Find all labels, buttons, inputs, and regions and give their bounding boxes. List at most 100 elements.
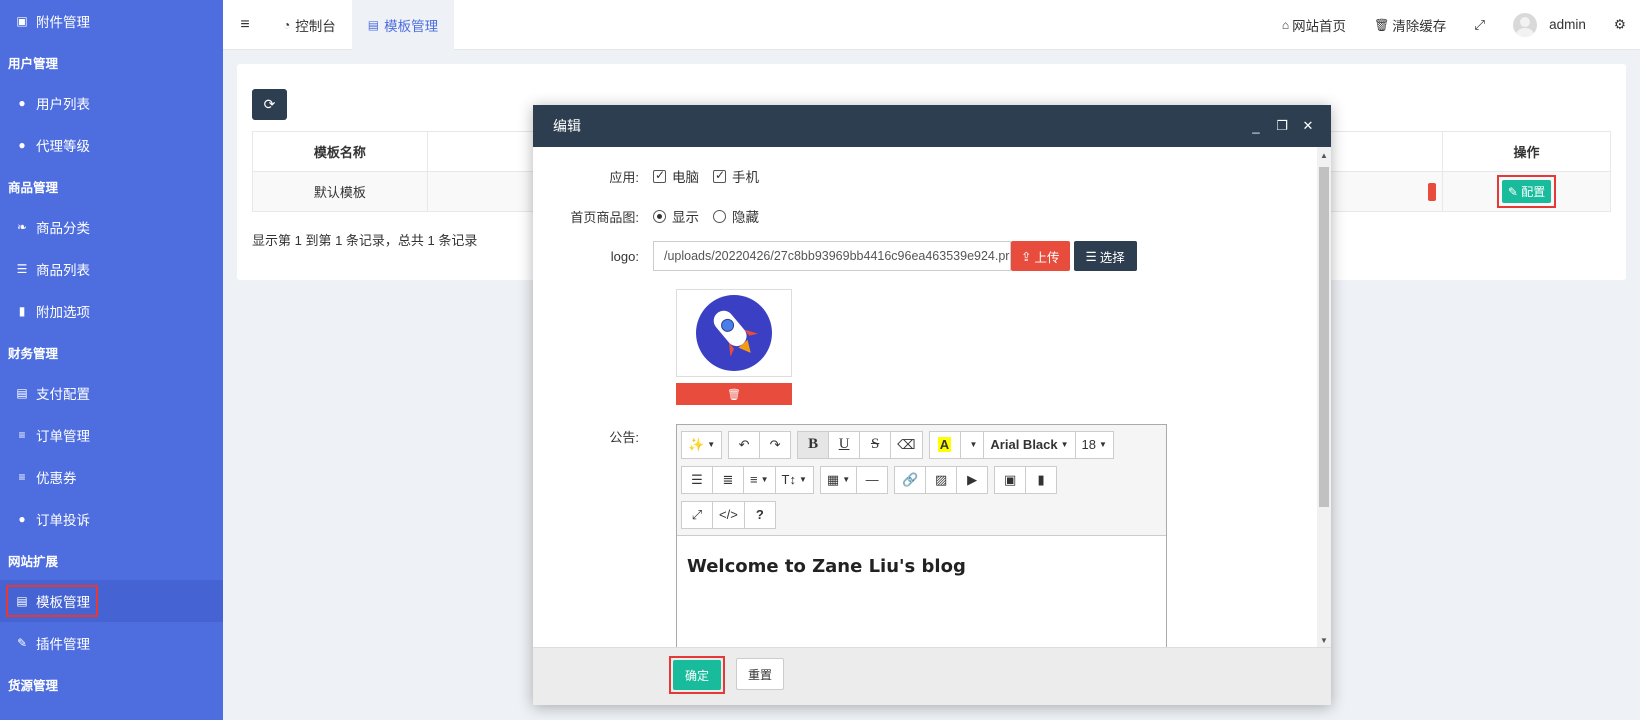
sidebar-item[interactable]: ● 代理等级 [0,124,223,166]
checkbox-label: 手机 [732,170,759,185]
checkbox-label: 电脑 [672,170,699,185]
checkbox-box [713,168,726,183]
sidebar-item[interactable]: ▣ 附件管理 [0,0,223,42]
modal-footer: 确定 重置 [533,647,1331,705]
help-icon[interactable]: ? [743,500,776,529]
align-icon[interactable]: ≡ ▼ [743,465,776,494]
horizontal-rule-icon[interactable]: — [856,465,889,494]
apply-mobile-checkbox[interactable]: 手机 [713,166,759,186]
modal-title: 编辑 [553,118,581,134]
modal-scrollbar[interactable]: ▲ ▼ [1317,147,1331,647]
close-icon[interactable]: ✕ [1295,118,1321,134]
configure-button[interactable]: ✎ 配置 [1501,180,1552,203]
code-view-icon[interactable]: </> [712,500,745,529]
highlight-box: 确定 [669,656,725,694]
link-icon[interactable]: 🔗 [894,465,927,494]
font-size-dropdown[interactable]: 18 ▼ [1074,430,1114,459]
modal-header[interactable]: 编辑 _ ❐ ✕ [533,105,1331,147]
line-height-icon[interactable]: T↕ ▼ [774,465,814,494]
pencil-icon: ✎ [1507,185,1518,199]
site-home-link[interactable]: ⌂ 网站首页 [1268,15,1360,35]
notice-label: 公告: [609,429,639,445]
eraser-icon[interactable]: ⌫ [890,430,923,459]
clear-cache-button[interactable]: 🗑 清除缓存 [1360,15,1460,35]
sidebar-item[interactable]: ≡ 订单管理 [0,414,223,456]
picture-file-icon[interactable]: ▣ [994,465,1027,494]
scroll-down-icon[interactable]: ▼ [1317,636,1331,645]
column-header[interactable]: 模板名称 [252,131,428,172]
apply-row: 应用: 电脑 手机 [533,161,773,191]
editor-content[interactable]: Welcome to Zane Liu's blog [677,536,1166,597]
logo-path-input[interactable]: /uploads/20220426/27c8bb93969bb4416c96ea… [653,241,1011,271]
user-menu[interactable]: admin [1499,12,1600,37]
font-family-dropdown[interactable]: Arial Black ▼ [983,430,1076,459]
home-image-label: 首页商品图: [570,209,639,225]
sidebar-item[interactable]: ▤ 模板管理 [0,580,223,622]
refresh-icon: ⟳ [263,96,276,112]
fullscreen-icon[interactable]: ⤢ [681,500,713,529]
upload-label: 上传 [1034,250,1060,265]
site-home-label: 网站首页 [1292,18,1347,34]
configure-label: 配置 [1521,185,1546,199]
minimize-icon[interactable]: _ [1243,119,1269,134]
logo-preview [676,289,792,377]
tab-dashboard[interactable]: ◔ 控制台 [267,0,352,50]
sidebar-group-header: 用户管理 [8,56,59,71]
sidebar-item-label: 模板管理 [36,595,90,610]
refresh-button[interactable]: ⟳ [252,89,287,120]
sidebar-item[interactable]: ▮ 附加选项 [0,290,223,332]
tab-template-manage[interactable]: ▤ 模板管理 [351,0,455,50]
select-button[interactable]: ☰ 选择 [1073,241,1137,271]
sidebar-item-label: 代理等级 [36,139,90,154]
redo-icon[interactable]: ↷ [759,430,792,459]
table-icon[interactable]: ▦ ▼ [819,465,858,494]
highlight-box: ✎ 配置 [1496,175,1557,208]
scroll-thumb[interactable] [1319,167,1329,507]
scroll-up-icon[interactable]: ▲ [1317,151,1331,160]
settings-icon[interactable]: ⚙ [1600,17,1640,33]
sidebar-item[interactable]: ❧ 商品分类 [0,206,223,248]
sidebar-item-label: 订单管理 [36,429,90,444]
bold-button[interactable]: B [797,430,830,459]
trash-icon: 🗑 [727,388,741,401]
file-icon[interactable]: ▮ [1025,465,1058,494]
template-icon: ▤ [367,17,380,32]
underline-button[interactable]: U [828,430,861,459]
confirm-button[interactable]: 确定 [673,660,721,690]
magic-wand-icon[interactable]: ✨ ▼ [681,430,723,459]
sidebar-item-label: 优惠券 [36,471,77,486]
ordered-list-icon[interactable]: ≣ [712,465,744,494]
hide-radio[interactable]: 隐藏 [713,206,759,226]
delete-logo-button[interactable]: 🗑 [676,383,792,405]
video-icon[interactable]: ▶ [956,465,989,494]
reset-button[interactable]: 重置 [736,658,784,690]
list-icon: ☰ [16,262,28,276]
apply-pc-checkbox[interactable]: 电脑 [653,166,699,186]
sidebar-item[interactable]: ● 订单投诉 [0,498,223,540]
upload-button[interactable]: ⇪ 上传 [1011,241,1070,271]
color-dropdown[interactable]: ▼ [959,430,985,459]
tab-label: 模板管理 [384,18,439,34]
show-radio[interactable]: 显示 [653,206,699,226]
upload-icon: ⇪ [1021,249,1032,264]
radio-circle [713,209,726,223]
image-icon[interactable]: ▨ [925,465,958,494]
user-name: admin [1549,17,1586,32]
sidebar-group-header: 货源管理 [8,678,59,693]
sidebar-item[interactable]: ☰ 商品列表 [0,248,223,290]
unordered-list-icon[interactable]: ☰ [681,465,713,494]
sidebar-item[interactable]: ● 用户列表 [0,82,223,124]
highlight-color-button[interactable]: A [928,430,961,459]
sidebar-item[interactable]: ≡ 优惠券 [0,456,223,498]
trash-icon: 🗑 [1374,17,1390,32]
sidebar-item[interactable]: ✎ 插件管理 [0,622,223,664]
strikethrough-button[interactable]: S [859,430,892,459]
maximize-icon[interactable]: ❐ [1269,118,1295,134]
column-header[interactable]: 操作 [1442,131,1611,172]
editor-toolbar: ✨ ▼ ↶ ↷ B U S ⌫ A ▼ Arial Black ▼ 18 ▼ ☰… [677,425,1166,536]
fullscreen-icon[interactable]: ⤢ [1460,17,1499,33]
menu-toggle-icon[interactable]: ≡ [223,16,267,34]
undo-icon[interactable]: ↶ [728,430,761,459]
sidebar-item[interactable]: ▤ 支付配置 [0,372,223,414]
plug-icon: ✎ [16,636,28,650]
